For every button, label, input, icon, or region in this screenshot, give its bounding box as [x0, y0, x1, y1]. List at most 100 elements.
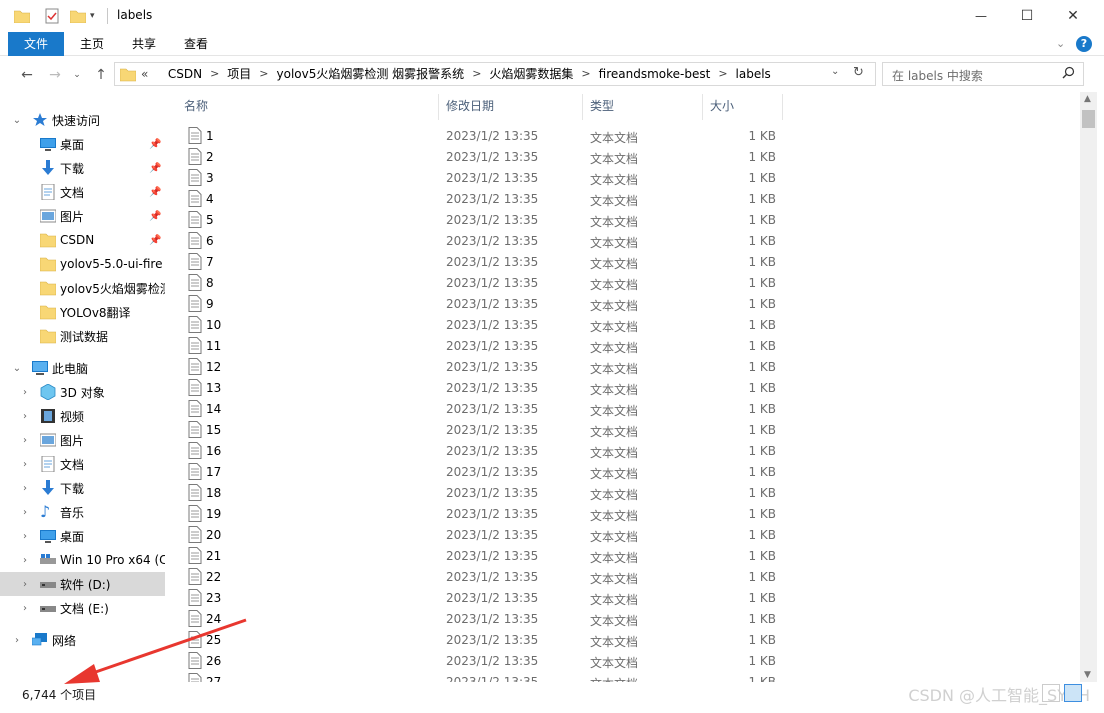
- column-header-date[interactable]: 修改日期: [446, 92, 494, 120]
- table-row[interactable]: 2 2023/1/2 13:35 文本文档 1 KB: [170, 146, 776, 167]
- breadcrumb-item[interactable]: 项目: [227, 63, 251, 85]
- pin-icon[interactable]: 📌: [149, 163, 161, 174]
- pin-icon[interactable]: 📌: [149, 187, 161, 198]
- tab-share[interactable]: 共享: [124, 32, 164, 56]
- new-folder-icon[interactable]: [70, 6, 86, 26]
- sidebar-item-this-pc[interactable]: ⌄ 此电脑: [0, 356, 165, 380]
- sidebar-item-drive-c[interactable]: › Win 10 Pro x64 (C: [0, 548, 165, 572]
- table-row[interactable]: 23 2023/1/2 13:35 文本文档 1 KB: [170, 587, 776, 608]
- table-row[interactable]: 22 2023/1/2 13:35 文本文档 1 KB: [170, 566, 776, 587]
- search-icon[interactable]: [1062, 66, 1075, 82]
- sidebar-item-pictures[interactable]: › 图片: [0, 428, 165, 452]
- table-row[interactable]: 1 2023/1/2 13:35 文本文档 1 KB: [170, 125, 776, 146]
- maximize-button[interactable]: ☐: [1004, 0, 1050, 32]
- pin-icon[interactable]: 📌: [149, 139, 161, 150]
- sidebar-item-quick-access[interactable]: ⌄ 快速访问: [0, 108, 165, 132]
- chevron-right-icon[interactable]: ›: [12, 635, 22, 646]
- vertical-scrollbar[interactable]: ▲ ▼: [1080, 92, 1097, 682]
- breadcrumb-overflow[interactable]: «: [141, 63, 148, 85]
- column-divider[interactable]: [782, 94, 783, 120]
- column-header-size[interactable]: 大小: [710, 92, 734, 120]
- breadcrumb-sep-icon[interactable]: >: [259, 63, 268, 85]
- sidebar-item-folder[interactable]: YOLOv8翻译: [0, 300, 165, 324]
- forward-button[interactable]: →: [44, 64, 66, 86]
- sidebar-item-desktop[interactable]: 桌面 📌: [0, 132, 165, 156]
- sidebar-item-folder[interactable]: yolov5火焰烟雾检测: [0, 276, 165, 300]
- breadcrumb-sep-icon[interactable]: [156, 63, 160, 85]
- sidebar-item-desktop[interactable]: › 桌面: [0, 524, 165, 548]
- breadcrumb-sep-icon[interactable]: >: [718, 63, 727, 85]
- pin-icon[interactable]: 📌: [149, 211, 161, 222]
- sidebar-item-documents[interactable]: 文档 📌: [0, 180, 165, 204]
- table-row[interactable]: 13 2023/1/2 13:35 文本文档 1 KB: [170, 377, 776, 398]
- minimize-button[interactable]: —: [958, 0, 1004, 32]
- recent-locations-button[interactable]: ⌄: [66, 64, 88, 86]
- pin-icon[interactable]: 📌: [149, 235, 161, 246]
- address-dropdown-icon[interactable]: ⌄: [831, 66, 839, 77]
- column-header-name[interactable]: 名称: [184, 92, 208, 120]
- tab-home[interactable]: 主页: [72, 32, 112, 56]
- table-row[interactable]: 24 2023/1/2 13:35 文本文档 1 KB: [170, 608, 776, 629]
- table-row[interactable]: 19 2023/1/2 13:35 文本文档 1 KB: [170, 503, 776, 524]
- breadcrumb-item[interactable]: yolov5火焰烟雾检测 烟雾报警系统: [277, 63, 465, 85]
- sidebar-item-drive-d[interactable]: › 软件 (D:): [0, 572, 165, 596]
- table-row[interactable]: 27 2023/1/2 13:35 文本文档 1 KB: [170, 671, 776, 682]
- sidebar-item-documents[interactable]: › 文档: [0, 452, 165, 476]
- chevron-right-icon[interactable]: ›: [20, 483, 30, 494]
- table-row[interactable]: 8 2023/1/2 13:35 文本文档 1 KB: [170, 272, 776, 293]
- sidebar-item-csdn[interactable]: CSDN 📌: [0, 228, 165, 252]
- table-row[interactable]: 18 2023/1/2 13:35 文本文档 1 KB: [170, 482, 776, 503]
- breadcrumb-item[interactable]: CSDN: [168, 63, 202, 85]
- table-row[interactable]: 11 2023/1/2 13:35 文本文档 1 KB: [170, 335, 776, 356]
- sidebar-item-drive-e[interactable]: › 文档 (E:): [0, 596, 165, 620]
- tab-file[interactable]: 文件: [8, 32, 64, 56]
- table-row[interactable]: 21 2023/1/2 13:35 文本文档 1 KB: [170, 545, 776, 566]
- breadcrumb-sep-icon[interactable]: >: [472, 63, 481, 85]
- details-view-icon[interactable]: [1042, 684, 1060, 702]
- sidebar-item-folder[interactable]: yolov5-5.0-ui-fire: [0, 252, 165, 276]
- scroll-down-icon[interactable]: ▼: [1084, 670, 1091, 680]
- chevron-right-icon[interactable]: ›: [20, 435, 30, 446]
- scrollbar-thumb[interactable]: [1082, 110, 1095, 128]
- table-row[interactable]: 25 2023/1/2 13:35 文本文档 1 KB: [170, 629, 776, 650]
- chevron-right-icon[interactable]: ›: [20, 603, 30, 614]
- table-row[interactable]: 9 2023/1/2 13:35 文本文档 1 KB: [170, 293, 776, 314]
- column-divider[interactable]: [702, 94, 703, 120]
- table-row[interactable]: 3 2023/1/2 13:35 文本文档 1 KB: [170, 167, 776, 188]
- large-icons-view-icon[interactable]: [1064, 684, 1082, 702]
- scroll-up-icon[interactable]: ▲: [1084, 94, 1091, 104]
- chevron-right-icon[interactable]: ›: [20, 411, 30, 422]
- table-row[interactable]: 12 2023/1/2 13:35 文本文档 1 KB: [170, 356, 776, 377]
- search-input[interactable]: 在 labels 中搜索: [882, 62, 1084, 86]
- table-row[interactable]: 7 2023/1/2 13:35 文本文档 1 KB: [170, 251, 776, 272]
- table-row[interactable]: 17 2023/1/2 13:35 文本文档 1 KB: [170, 461, 776, 482]
- properties-icon[interactable]: [44, 6, 60, 26]
- sidebar-item-music[interactable]: › ♪ 音乐: [0, 500, 165, 524]
- table-row[interactable]: 6 2023/1/2 13:35 文本文档 1 KB: [170, 230, 776, 251]
- column-divider[interactable]: [582, 94, 583, 120]
- breadcrumb-item[interactable]: 火焰烟雾数据集: [489, 63, 573, 85]
- chevron-right-icon[interactable]: ›: [20, 507, 30, 518]
- sidebar-item-network[interactable]: › 网络: [0, 628, 165, 652]
- table-row[interactable]: 14 2023/1/2 13:35 文本文档 1 KB: [170, 398, 776, 419]
- chevron-down-icon[interactable]: ⌄: [12, 363, 22, 374]
- customize-toolbar-icon[interactable]: ▾: [90, 6, 95, 26]
- table-row[interactable]: 26 2023/1/2 13:35 文本文档 1 KB: [170, 650, 776, 671]
- breadcrumb-item[interactable]: labels: [736, 63, 771, 85]
- help-icon[interactable]: ?: [1076, 36, 1092, 52]
- table-row[interactable]: 16 2023/1/2 13:35 文本文档 1 KB: [170, 440, 776, 461]
- chevron-right-icon[interactable]: ›: [20, 387, 30, 398]
- breadcrumb-item[interactable]: fireandsmoke-best: [599, 63, 711, 85]
- sidebar-item-pictures[interactable]: 图片 📌: [0, 204, 165, 228]
- sidebar-item-downloads[interactable]: › 下载: [0, 476, 165, 500]
- table-row[interactable]: 4 2023/1/2 13:35 文本文档 1 KB: [170, 188, 776, 209]
- sidebar-item-videos[interactable]: › 视频: [0, 404, 165, 428]
- column-divider[interactable]: [438, 94, 439, 120]
- close-button[interactable]: ✕: [1050, 0, 1096, 32]
- breadcrumb-sep-icon[interactable]: >: [581, 63, 590, 85]
- breadcrumb-sep-icon[interactable]: >: [210, 63, 219, 85]
- chevron-down-icon[interactable]: ⌄: [12, 115, 22, 126]
- chevron-right-icon[interactable]: ›: [20, 579, 30, 590]
- sidebar-item-3d-objects[interactable]: › 3D 对象: [0, 380, 165, 404]
- chevron-right-icon[interactable]: ›: [20, 531, 30, 542]
